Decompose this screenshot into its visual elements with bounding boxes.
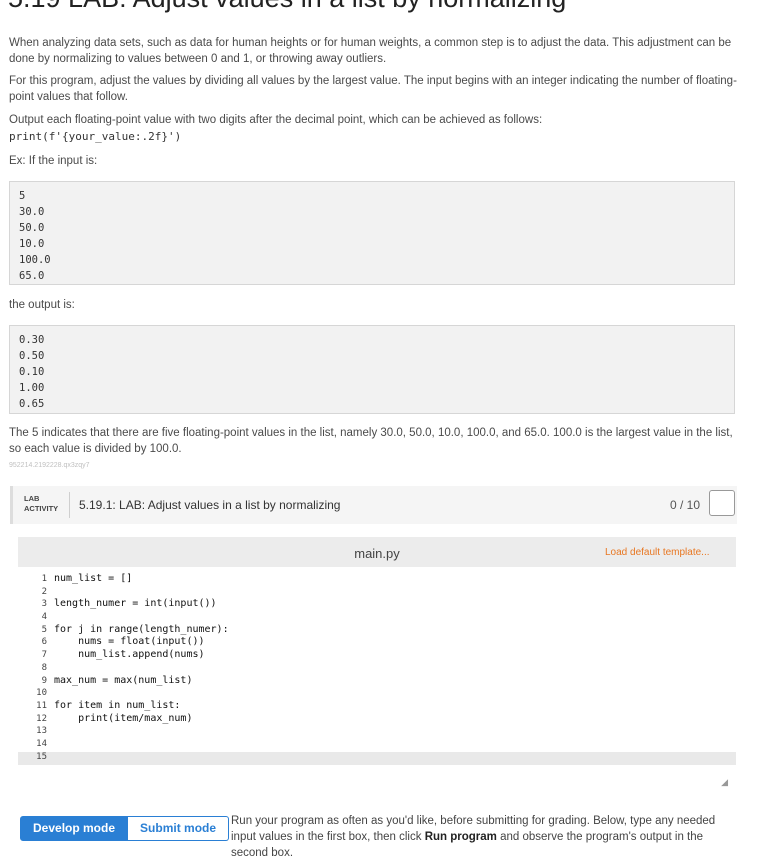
example-input-line: 65.0 xyxy=(19,270,45,282)
code-line[interactable]: num_list = [] xyxy=(54,573,734,586)
line-number: 13 xyxy=(36,726,47,737)
line-number: 11 xyxy=(36,700,47,711)
line-number: 9 xyxy=(41,675,47,686)
load-default-template-link[interactable]: Load default template... xyxy=(605,547,710,558)
code-line[interactable] xyxy=(54,586,734,599)
lab-title: 5.19.1: LAB: Adjust values in a list by … xyxy=(79,498,341,512)
code-line[interactable] xyxy=(54,725,734,738)
lab-score: 0 / 10 xyxy=(670,498,701,512)
example-input-line: 30.0 xyxy=(19,206,45,218)
lab-activity-tag: LAB ACTIVITY xyxy=(24,494,58,514)
line-number: 14 xyxy=(36,738,47,749)
lab-header-divider xyxy=(69,492,70,518)
example-output-box: 0.30 0.50 0.10 1.00 0.65 xyxy=(9,325,735,414)
example-input-line: 100.0 xyxy=(19,254,51,266)
example-output-line: 0.50 xyxy=(19,350,45,362)
code-lines[interactable]: num_list = [] length_numer = int(input()… xyxy=(54,573,734,763)
line-number: 1 xyxy=(41,574,47,584)
format-code: print(f'{your_value:.2f}') xyxy=(9,130,182,143)
run-instructions: Run your program as often as you'd like,… xyxy=(231,813,731,861)
example-output-line: 0.65 xyxy=(19,398,45,410)
code-line[interactable] xyxy=(54,751,734,764)
lab-tag-line: ACTIVITY xyxy=(24,504,59,513)
line-number: 8 xyxy=(41,662,47,673)
example-output-line: 0.10 xyxy=(19,366,45,378)
output-label: the output is: xyxy=(9,299,75,311)
line-number: 10 xyxy=(36,688,47,699)
line-number: 7 xyxy=(41,650,47,661)
code-line[interactable]: print(item/max_num) xyxy=(54,713,734,726)
example-input-line: 10.0 xyxy=(19,238,45,250)
line-number: 12 xyxy=(36,713,47,724)
line-number-gutter: 1 2 3 4 5 6 7 8 9 10 11 12 13 14 15 xyxy=(18,573,47,763)
code-line[interactable] xyxy=(54,738,734,751)
example-output-line: 1.00 xyxy=(19,382,45,394)
output-format-paragraph: Output each floating-point value with tw… xyxy=(9,114,543,126)
example-output-line: 0.30 xyxy=(19,334,45,346)
code-line[interactable]: length_numer = int(input()) xyxy=(54,598,734,611)
code-line[interactable] xyxy=(54,687,734,700)
page-title: 5.19 LAB: Adjust values in a list by nor… xyxy=(8,0,566,14)
code-line[interactable] xyxy=(54,611,734,624)
resize-handle-icon[interactable]: ◢ xyxy=(721,777,728,788)
code-editor[interactable]: 1 2 3 4 5 6 7 8 9 10 11 12 13 14 15 num_… xyxy=(18,567,736,792)
line-number: 3 xyxy=(41,599,47,610)
code-line[interactable] xyxy=(54,662,734,675)
line-number: 5 xyxy=(41,624,47,635)
example-input-box: 5 30.0 50.0 10.0 100.0 65.0 xyxy=(9,181,735,285)
mode-toggle: Develop mode Submit mode xyxy=(20,816,230,841)
line-number: 15 xyxy=(36,751,47,762)
line-number: 6 xyxy=(41,637,47,648)
code-line[interactable]: for j in range(length_numer): xyxy=(54,624,734,637)
line-number: 2 xyxy=(41,586,47,597)
tracking-id: 952214.2192228.qx3zqy7 xyxy=(9,462,90,469)
lab-activity-header: LAB ACTIVITY 5.19.1: LAB: Adjust values … xyxy=(10,486,737,524)
explanation-paragraph: The 5 indicates that there are five floa… xyxy=(9,427,733,455)
code-line[interactable]: max_num = max(num_list) xyxy=(54,675,734,688)
submit-mode-button[interactable]: Submit mode xyxy=(128,816,230,841)
code-line[interactable]: num_list.append(nums) xyxy=(54,649,734,662)
code-line[interactable]: for item in num_list: xyxy=(54,700,734,713)
line-number: 4 xyxy=(41,612,47,623)
code-line[interactable]: nums = float(input()) xyxy=(54,636,734,649)
completion-badge-icon xyxy=(709,490,735,516)
program-paragraph: For this program, adjust the values by d… xyxy=(9,75,737,103)
example-label: Ex: If the input is: xyxy=(9,155,98,167)
example-input-line: 5 xyxy=(19,190,26,202)
intro-paragraph: When analyzing data sets, such as data f… xyxy=(9,37,732,65)
lab-tag-line: LAB xyxy=(24,494,40,503)
develop-mode-button[interactable]: Develop mode xyxy=(20,816,129,841)
run-program-label: Run program xyxy=(424,831,497,843)
example-input-line: 50.0 xyxy=(19,222,45,234)
code-editor-panel: main.py Load default template... 1 2 3 4… xyxy=(18,537,736,792)
